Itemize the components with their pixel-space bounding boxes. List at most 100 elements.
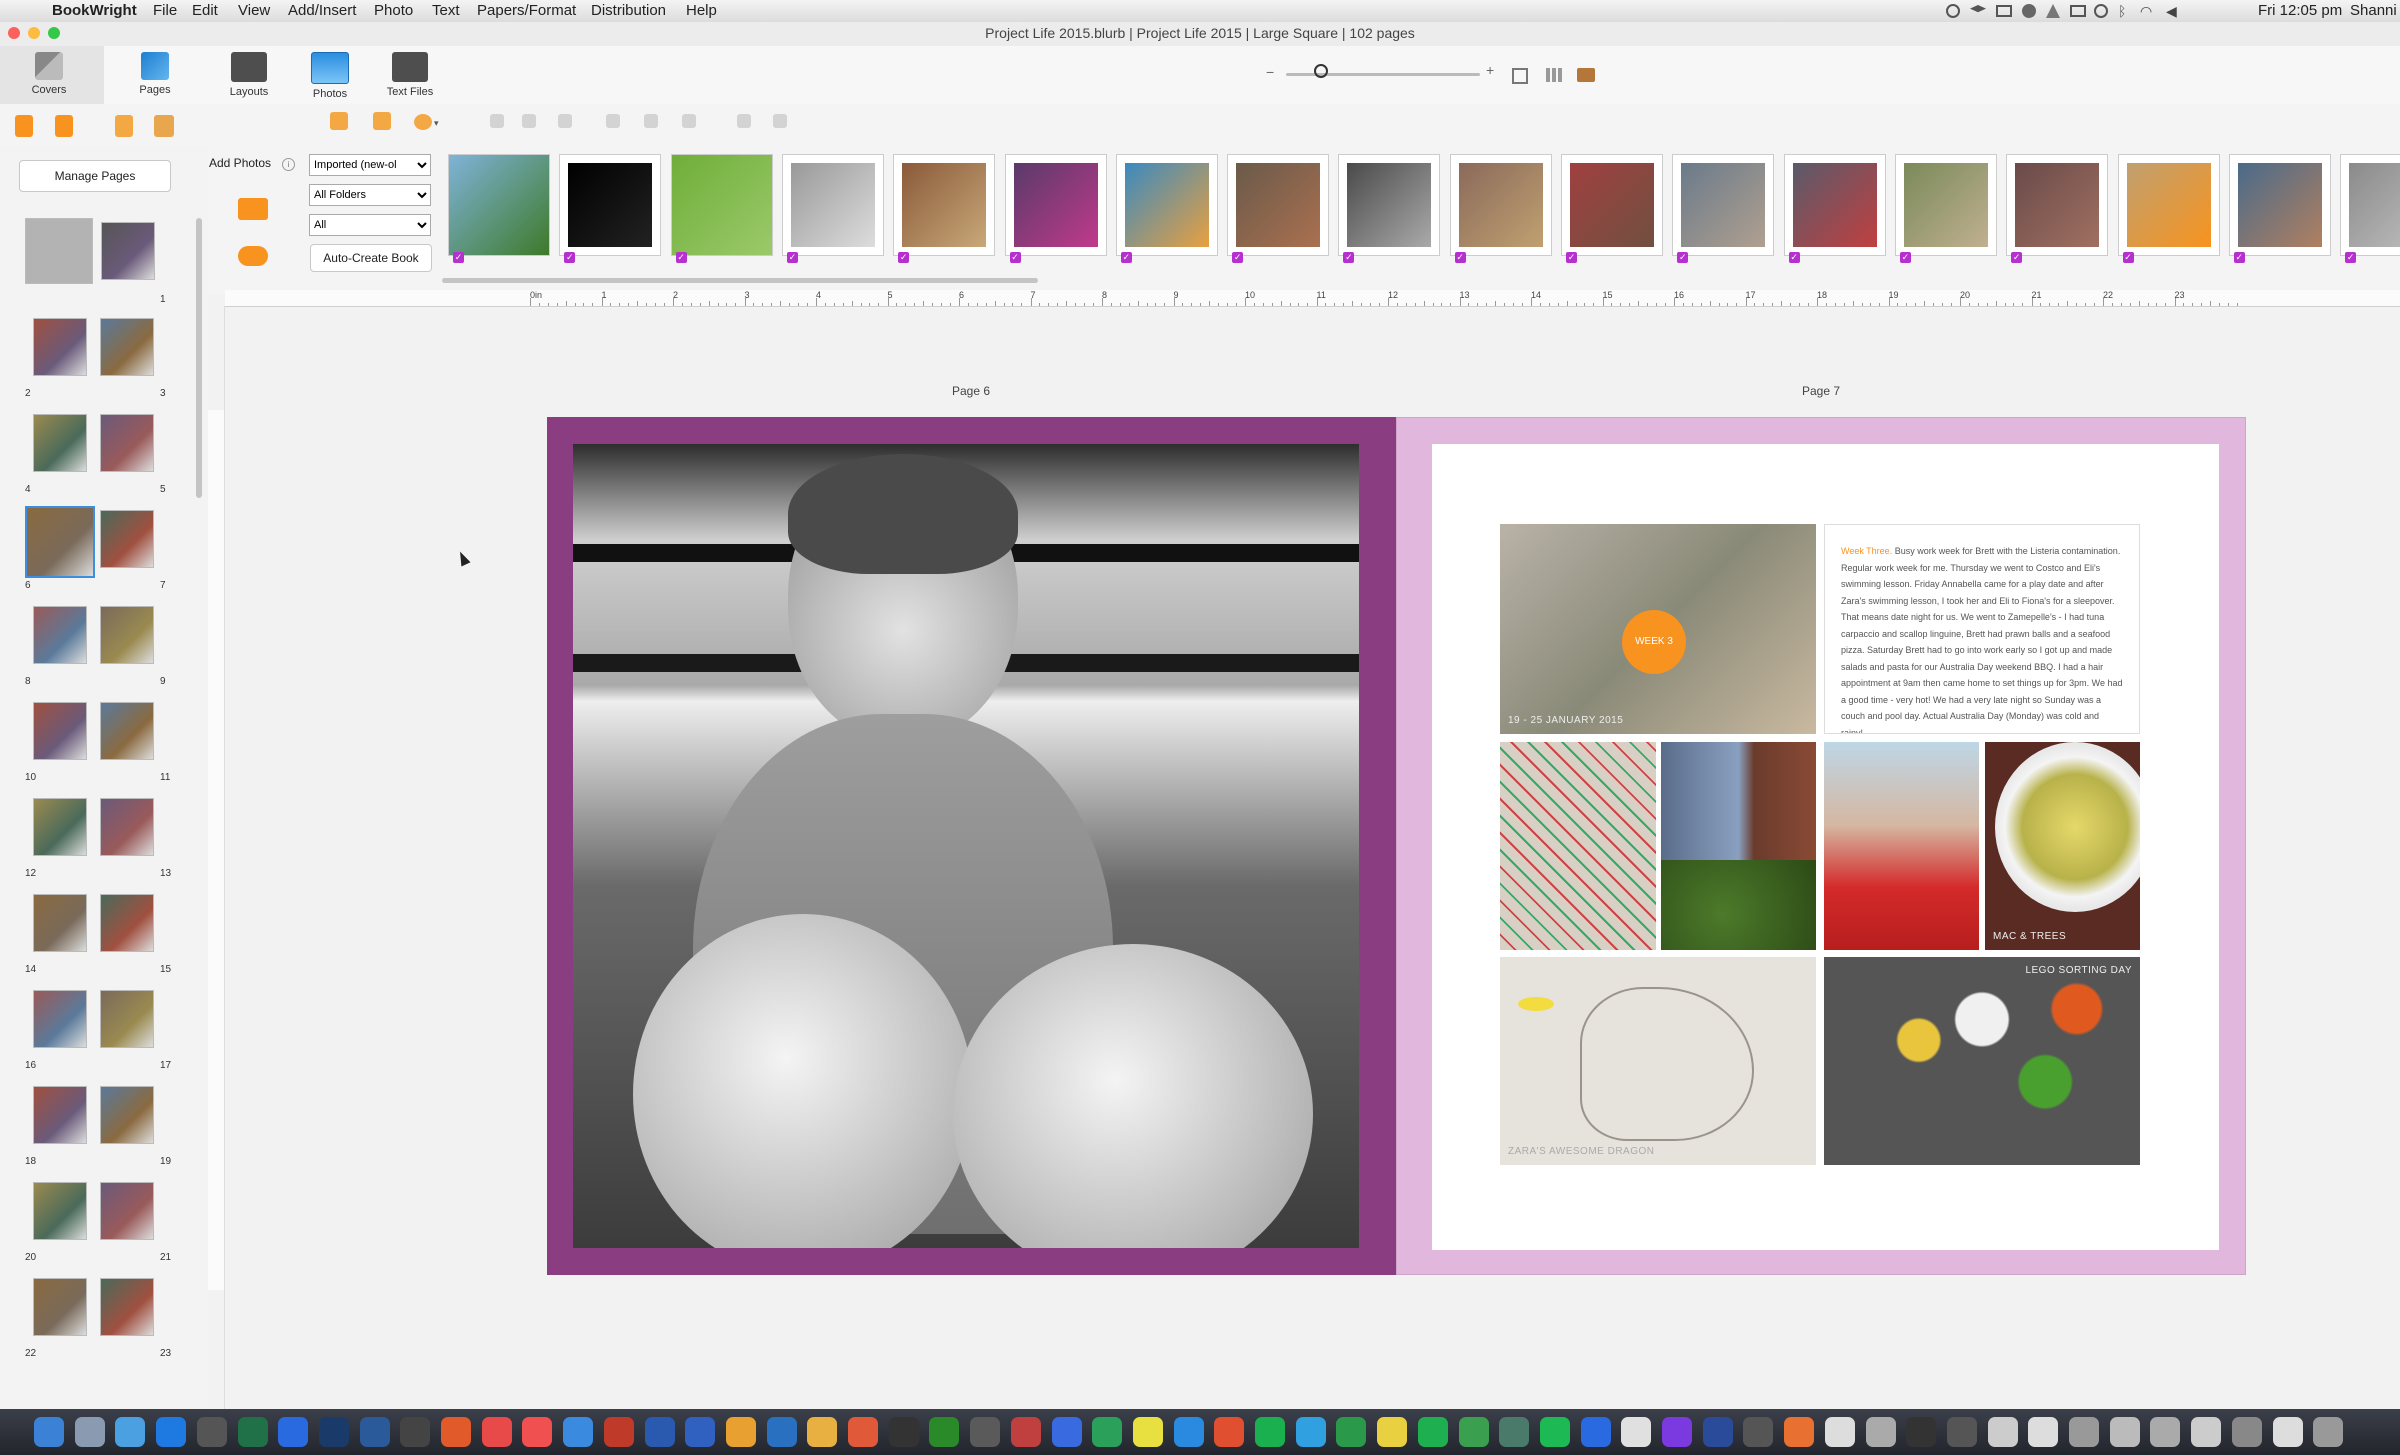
page-thumbnail[interactable] [100, 702, 154, 760]
align-middle-icon[interactable] [644, 114, 658, 128]
dock-app-icon[interactable] [1784, 1417, 1815, 1447]
menu-help[interactable]: Help [686, 2, 717, 19]
dock-app-icon[interactable] [1987, 1417, 2018, 1447]
filter-select[interactable]: All [309, 214, 431, 236]
page-thumbnail[interactable] [33, 606, 87, 664]
spread-view-icon[interactable] [1577, 68, 1595, 82]
manage-pages-button[interactable]: Manage Pages [19, 160, 171, 192]
shape-dropdown-chevron-icon[interactable]: ▾ [434, 118, 439, 129]
add-image-container-icon[interactable] [330, 112, 348, 130]
align-bottom-icon[interactable] [682, 114, 696, 128]
dock-app-icon[interactable] [807, 1417, 838, 1447]
dock-app-icon[interactable] [74, 1417, 105, 1447]
page-thumbnail[interactable] [33, 702, 87, 760]
dock-app-icon[interactable] [1824, 1417, 1855, 1447]
tray-photo-thumbnail[interactable]: ✓ [781, 154, 884, 263]
boy-photo[interactable] [573, 444, 1359, 1248]
mac-and-cheese-photo[interactable]: MAC & TREES [1985, 742, 2140, 950]
align-top-icon[interactable] [606, 114, 620, 128]
page-thumbnail[interactable] [100, 990, 154, 1048]
app-menu[interactable]: BookWright [52, 2, 137, 19]
tray-photo-thumbnail[interactable]: ✓ [448, 154, 550, 263]
page-thumbnail[interactable] [100, 894, 154, 952]
folder-select[interactable]: All Folders [309, 184, 431, 206]
time-machine-icon[interactable] [2094, 4, 2108, 18]
tray-photo-thumbnail[interactable]: ✓ [1561, 154, 1663, 263]
journal-text-box[interactable]: Week Three. Busy work week for Brett wit… [1824, 524, 2140, 734]
dock-app-icon[interactable] [196, 1417, 227, 1447]
dropbox-icon[interactable] [1970, 5, 1986, 13]
dock-app-icon[interactable] [1621, 1417, 1652, 1447]
info-icon[interactable]: i [282, 158, 295, 171]
pages-panel-scrollbar[interactable] [196, 218, 202, 498]
volume-icon[interactable]: ◀ [2166, 3, 2182, 19]
wifi-icon[interactable]: ◠ [2140, 3, 2158, 19]
dock-app-icon[interactable] [1092, 1417, 1123, 1447]
record-status-icon[interactable] [1946, 4, 1960, 18]
photo-tray-scrollbar[interactable] [442, 278, 1038, 283]
tray-photo-thumbnail[interactable]: ✓ [1338, 154, 1441, 263]
dock-app-icon[interactable] [2313, 1417, 2344, 1447]
dock-app-icon[interactable] [1132, 1417, 1163, 1447]
page-thumbnail[interactable] [25, 506, 95, 578]
page-thumbnail[interactable] [33, 1278, 87, 1336]
dock-app-icon[interactable] [1662, 1417, 1692, 1447]
menu-photo[interactable]: Photo [374, 2, 413, 19]
page-thumbnail[interactable] [100, 1182, 154, 1240]
dock-app-icon[interactable] [1010, 1417, 1041, 1447]
dock-app-icon[interactable] [1255, 1417, 1285, 1447]
page-thumbnail[interactable] [100, 606, 154, 664]
dock-app-icon[interactable] [1377, 1417, 1408, 1447]
align-center-icon[interactable] [522, 114, 536, 128]
dock-app-icon[interactable] [1051, 1417, 1082, 1447]
screen-icon[interactable] [1996, 5, 2012, 17]
dock-app-icon[interactable] [2231, 1417, 2262, 1447]
page-thumbnail[interactable] [100, 318, 154, 376]
page-layout-icon[interactable] [115, 115, 133, 137]
align-right-icon[interactable] [558, 114, 572, 128]
distribute-horizontal-icon[interactable] [737, 114, 751, 128]
dock-app-icon[interactable] [522, 1417, 553, 1447]
lego-pieces-photo[interactable] [1500, 742, 1656, 950]
page-thumbnail[interactable] [33, 1182, 87, 1240]
dock-app-icon[interactable] [1865, 1417, 1896, 1447]
align-left-icon[interactable] [490, 114, 504, 128]
dock-app-icon[interactable] [1417, 1417, 1448, 1447]
dock-app-icon[interactable] [237, 1417, 268, 1447]
page-thumbnail[interactable] [33, 798, 87, 856]
dock-app-icon[interactable] [1295, 1417, 1326, 1447]
fit-view-icon[interactable] [1512, 68, 1528, 84]
grid-view-icon[interactable] [1546, 68, 1564, 82]
tray-photo-thumbnail[interactable]: ✓ [1115, 154, 1218, 263]
dock-app-icon[interactable] [2191, 1417, 2222, 1447]
menu-text[interactable]: Text [432, 2, 460, 19]
dock-app-icon[interactable] [1906, 1417, 1937, 1447]
menu-file[interactable]: File [153, 2, 177, 19]
dock-app-icon[interactable] [1743, 1417, 1774, 1447]
dock-app-icon[interactable] [1499, 1417, 1530, 1447]
page-thumbnail[interactable] [100, 510, 154, 568]
dock-app-icon[interactable] [2272, 1417, 2303, 1447]
page-thumbnail[interactable] [100, 798, 154, 856]
photos-button[interactable]: Photos [300, 52, 360, 100]
add-photos-cloud-icon[interactable] [238, 246, 268, 266]
dock-app-icon[interactable] [1580, 1417, 1611, 1447]
page-thumbnail[interactable] [33, 990, 87, 1048]
tray-photo-thumbnail[interactable]: ✓ [2117, 154, 2220, 263]
page-thumbnail[interactable] [33, 894, 87, 952]
dock-app-icon[interactable] [1539, 1417, 1570, 1447]
auto-create-book-button[interactable]: Auto-Create Book [310, 244, 432, 272]
dock-app-icon[interactable] [766, 1417, 797, 1447]
dock-app-icon[interactable] [563, 1417, 594, 1447]
dock-app-icon[interactable] [1702, 1417, 1733, 1447]
zoom-slider-knob-icon[interactable] [1314, 64, 1328, 78]
add-shape-icon[interactable] [414, 114, 432, 130]
tray-photo-thumbnail[interactable]: ✓ [2006, 154, 2109, 263]
goggles-boy-photo[interactable] [1824, 742, 1979, 950]
sort-select[interactable]: Imported (new-ol [309, 154, 431, 176]
dock-app-icon[interactable] [1458, 1417, 1489, 1447]
dock-app-icon[interactable] [2028, 1417, 2059, 1447]
lego-minifigures-photo[interactable]: LEGO SORTING DAY [1824, 957, 2140, 1165]
dock-app-icon[interactable] [603, 1417, 634, 1447]
zoom-out-button[interactable]: − [1266, 64, 1274, 80]
